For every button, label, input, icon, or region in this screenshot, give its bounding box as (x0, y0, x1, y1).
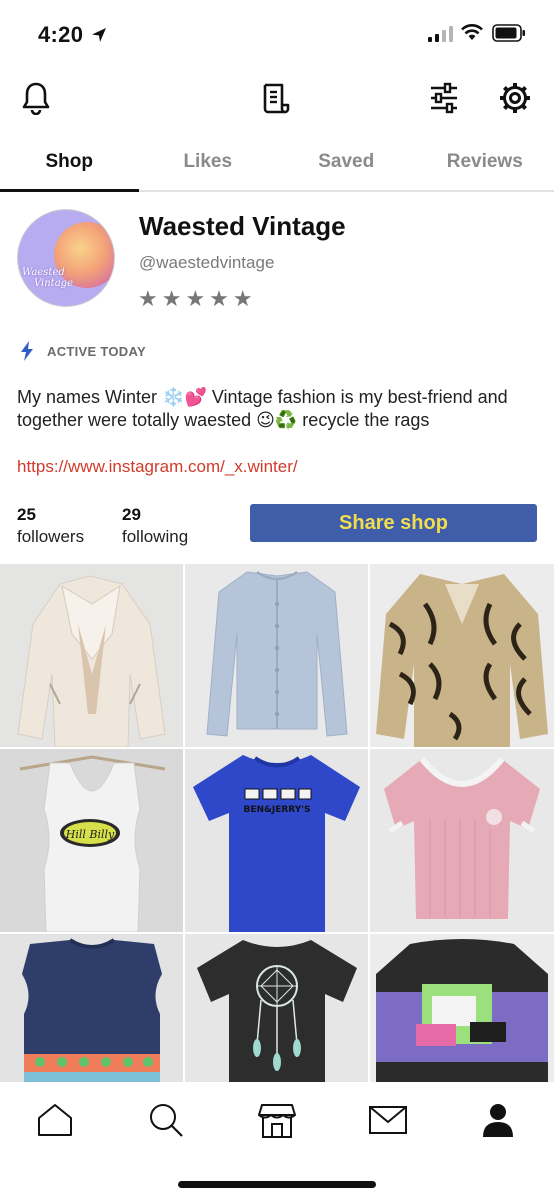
shop-handle: @waestedvintage (139, 253, 275, 272)
hillbilly-logo-text: Hill Billy (65, 828, 115, 841)
nav-shop-storefront-icon[interactable] (257, 1100, 297, 1140)
following-count: 29 (122, 505, 141, 524)
followers-label: followers (17, 527, 85, 546)
tab-reviews[interactable]: Reviews (416, 140, 554, 190)
status-bar: 4:20 (0, 0, 554, 70)
listing-navy-knit-vest[interactable] (0, 934, 183, 1082)
notifications-bell-icon[interactable] (18, 80, 54, 116)
cream-jacket-image (0, 564, 183, 747)
listing-cream-leather-jacket[interactable] (0, 564, 183, 747)
profile-tabs: Shop Likes Saved Reviews (0, 140, 554, 192)
dreamcatcher-tshirt-image (185, 934, 368, 1082)
navy-vest-image (0, 934, 183, 1082)
ben-jerrys-print-text: BEN&JERRY'S (243, 805, 310, 815)
battery-icon (492, 24, 525, 42)
listing-dreamcatcher-tshirt[interactable] (185, 934, 368, 1082)
listings-clipboard-icon[interactable] (258, 80, 294, 116)
nav-search-icon[interactable] (146, 1100, 186, 1140)
blue-tshirt-image: BEN&JERRY'S (185, 749, 368, 932)
listings-grid: Hill Billy BEN&JERRY'S (0, 564, 554, 1082)
status-time: 4:20 (38, 22, 84, 47)
instagram-link[interactable]: https://www.instagram.com/_x.winter/ (17, 457, 298, 477)
following-label: following (122, 527, 189, 546)
shop-name: Waested Vintage (139, 211, 346, 241)
blue-cardigan-image (185, 564, 368, 747)
avatar-logo-text: Waested Vintage (22, 267, 73, 289)
listing-pink-knit-top[interactable] (370, 749, 554, 932)
home-indicator (178, 1181, 376, 1188)
listing-purple-graphic-sweater[interactable] (370, 934, 554, 1082)
lightning-bolt-icon (21, 341, 33, 361)
cellular-signal-icon (428, 26, 453, 42)
purple-sweater-image (370, 934, 554, 1082)
white-tank-image: Hill Billy (0, 749, 183, 932)
listing-light-blue-cardigan[interactable] (185, 564, 368, 747)
settings-gear-icon[interactable] (497, 80, 533, 116)
followers-count: 25 (17, 505, 36, 524)
tab-shop[interactable]: Shop (0, 140, 139, 192)
filter-sliders-icon[interactable] (426, 80, 462, 116)
tiger-jacket-image (370, 564, 554, 747)
wifi-icon (461, 24, 483, 40)
shop-avatar[interactable]: Waested Vintage (17, 209, 115, 307)
share-shop-button[interactable]: Share shop (250, 504, 537, 542)
nav-messages-mail-icon[interactable] (368, 1100, 408, 1140)
tab-likes[interactable]: Likes (139, 140, 278, 190)
listing-tiger-print-jacket[interactable] (370, 564, 554, 747)
listing-blue-ben-jerrys-tshirt[interactable]: BEN&JERRY'S (185, 749, 368, 932)
active-status: ACTIVE TODAY (20, 341, 146, 361)
pink-knit-image (370, 749, 554, 932)
shop-bio: My names Winter ❄️💕 Vintage fashion is m… (17, 387, 508, 430)
avatar-logo-line1: Waested (22, 267, 65, 278)
location-arrow-icon (92, 28, 106, 42)
followers-stat[interactable]: 25 followers (17, 505, 84, 547)
listing-white-tank-top[interactable]: Hill Billy (0, 749, 183, 932)
tab-saved[interactable]: Saved (277, 140, 416, 190)
active-status-label: ACTIVE TODAY (47, 343, 146, 359)
avatar-logo-line2: Vintage (34, 278, 73, 289)
nav-home-icon[interactable] (35, 1100, 75, 1140)
rating-stars[interactable]: ★★★★★ (138, 286, 257, 312)
following-stat[interactable]: 29 following (122, 505, 188, 547)
nav-profile-icon[interactable] (478, 1100, 518, 1140)
